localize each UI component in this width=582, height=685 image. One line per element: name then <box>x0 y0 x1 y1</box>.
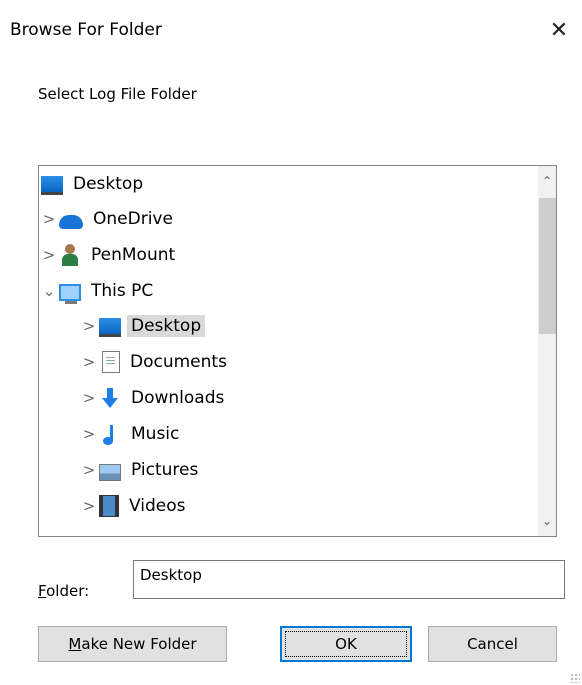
folder-tree[interactable]: Desktop > OneDrive > PenMount ⌄ This PC … <box>38 165 557 537</box>
chevron-right-icon[interactable]: > <box>79 317 99 335</box>
chevron-right-icon[interactable]: > <box>39 210 59 228</box>
tree-item-label: OneDrive <box>93 209 173 229</box>
chevron-down-icon[interactable]: ⌄ <box>39 282 59 300</box>
tree-item-label: Downloads <box>131 388 225 408</box>
music-icon <box>99 423 121 445</box>
downloads-icon <box>99 387 121 409</box>
folder-label-mnemonic: F <box>38 582 47 600</box>
chevron-right-icon[interactable]: > <box>79 353 99 371</box>
user-icon <box>59 244 81 266</box>
tree-item-onedrive[interactable]: > OneDrive <box>39 204 177 234</box>
tree-item-label: Music <box>131 424 180 444</box>
ok-button[interactable]: OK <box>280 626 412 662</box>
make-new-folder-label: ake New Folder <box>81 635 197 653</box>
pictures-icon <box>99 463 121 481</box>
tree-item-downloads[interactable]: > Downloads <box>79 383 228 413</box>
tree-item-label: Pictures <box>131 460 199 480</box>
chevron-right-icon[interactable]: > <box>79 389 99 407</box>
make-new-folder-button[interactable]: Make New Folder <box>38 626 227 662</box>
tree-item-desktop-root[interactable]: Desktop <box>41 169 147 199</box>
scrollbar-thumb[interactable] <box>539 198 556 334</box>
make-new-folder-mnemonic: M <box>68 635 82 653</box>
ok-label: OK <box>335 635 357 653</box>
chevron-right-icon[interactable]: > <box>39 246 59 264</box>
chevron-right-icon[interactable]: > <box>79 497 99 515</box>
folder-label: Folder: <box>38 582 89 600</box>
tree-item-videos[interactable]: > Videos <box>79 491 190 521</box>
cancel-label: Cancel <box>467 635 518 653</box>
close-icon: ✕ <box>549 17 569 43</box>
tree-item-label: PenMount <box>91 245 176 265</box>
tree-item-music[interactable]: > Music <box>79 419 183 449</box>
cloud-icon <box>59 215 83 229</box>
window-title: Browse For Folder <box>10 20 162 40</box>
tree-item-documents[interactable]: > Documents <box>79 347 231 377</box>
computer-icon <box>59 283 81 304</box>
resize-grip[interactable] <box>570 673 580 683</box>
desktop-icon <box>99 318 121 337</box>
tree-item-label: Desktop <box>73 174 144 194</box>
title-bar: Browse For Folder ✕ <box>0 0 582 60</box>
documents-icon <box>102 351 120 373</box>
tree-item-pictures[interactable]: > Pictures <box>79 455 202 485</box>
desktop-icon <box>41 176 63 195</box>
tree-item-this-pc[interactable]: ⌄ This PC <box>39 276 157 306</box>
chevron-right-icon[interactable]: > <box>79 461 99 479</box>
chevron-right-icon[interactable]: > <box>79 425 99 443</box>
folder-label-text: older: <box>46 582 90 600</box>
tree-item-desktop[interactable]: > Desktop <box>79 311 206 341</box>
tree-item-label: Videos <box>129 496 186 516</box>
chevron-down-icon: ⌄ <box>541 514 553 528</box>
scroll-up-button[interactable]: ⌃ <box>538 166 556 196</box>
folder-input[interactable] <box>133 560 565 599</box>
tree-item-label: This PC <box>91 281 154 301</box>
chevron-up-icon: ⌃ <box>541 174 553 188</box>
scroll-down-button[interactable]: ⌄ <box>538 506 556 536</box>
cancel-button[interactable]: Cancel <box>428 626 557 662</box>
videos-icon <box>99 495 119 517</box>
vertical-scrollbar[interactable]: ⌃ ⌄ <box>538 166 556 536</box>
close-button[interactable]: ✕ <box>536 8 582 52</box>
tree-item-label: Desktop <box>127 315 206 337</box>
dialog-prompt: Select Log File Folder <box>38 85 197 103</box>
tree-item-penmount[interactable]: > PenMount <box>39 240 179 270</box>
tree-item-label: Documents <box>130 352 227 372</box>
